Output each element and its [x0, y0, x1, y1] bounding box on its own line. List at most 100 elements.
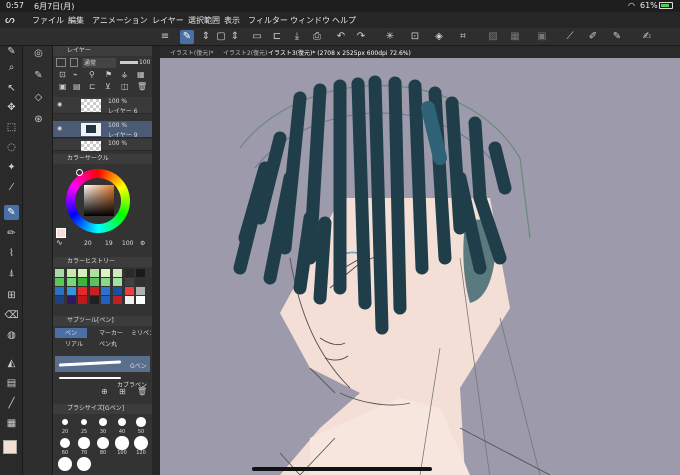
blend-mode-select[interactable]: 通常: [82, 58, 116, 68]
hue-handle[interactable]: [76, 169, 83, 176]
tab-illust-1[interactable]: イラスト(復元)*: [170, 48, 214, 57]
history-swatch[interactable]: [101, 269, 111, 277]
history-swatch[interactable]: [66, 296, 76, 304]
history-swatch[interactable]: [136, 296, 146, 304]
subtool-pen-round[interactable]: ペン丸: [89, 339, 119, 349]
lasso-icon[interactable]: ◌: [4, 140, 19, 155]
eraser-icon[interactable]: ⌫: [4, 308, 19, 323]
history-swatch[interactable]: [66, 269, 76, 277]
history-swatch[interactable]: [124, 296, 134, 304]
brush-kabura[interactable]: カブラペン: [55, 373, 150, 389]
brush-size-dot[interactable]: [76, 456, 92, 472]
pencil-icon[interactable]: ✏: [4, 226, 19, 241]
decoration-icon[interactable]: ⊞: [4, 288, 19, 303]
history-swatch[interactable]: [113, 278, 122, 286]
pen-mode-icon[interactable]: ✎: [180, 30, 194, 44]
history-swatch[interactable]: [101, 296, 111, 304]
export-icon[interactable]: ⎙: [310, 30, 324, 44]
mask-icon[interactable]: ◫: [121, 82, 129, 91]
history-swatch[interactable]: [78, 296, 88, 304]
transform-icon[interactable]: ⊡: [408, 30, 422, 44]
operation-icon[interactable]: ↖: [4, 81, 19, 96]
new-folder-icon[interactable]: ⊏: [89, 82, 96, 91]
brush-size-dot[interactable]: [80, 418, 88, 426]
history-swatch[interactable]: [136, 269, 146, 277]
brush-size-dot[interactable]: [62, 419, 68, 425]
subtool-millipen[interactable]: ミリペン: [121, 328, 151, 338]
layer-row-selected[interactable]: ◉ 100 % レイヤー 9: [53, 121, 152, 139]
delete-subtool-icon[interactable]: 🗑: [137, 387, 147, 396]
brush-icon[interactable]: ⌇: [4, 246, 19, 261]
selection-icon[interactable]: ⬚: [4, 120, 19, 135]
menu-layer[interactable]: レイヤー: [152, 15, 184, 26]
layer-updown-icon[interactable]: ⇕: [228, 30, 242, 44]
lock-icon[interactable]: ⊡: [59, 70, 66, 79]
menu-file[interactable]: ファイル: [32, 15, 64, 26]
menu-edit[interactable]: 編集: [68, 15, 84, 26]
brush-settings-icon[interactable]: ✐: [586, 30, 600, 44]
history-swatch[interactable]: [78, 269, 88, 277]
layers-palette-icon[interactable]: ◇: [31, 90, 46, 105]
history-swatch[interactable]: [89, 287, 99, 295]
fill-bucket-icon[interactable]: ◈: [432, 30, 446, 44]
duplicate-icon[interactable]: ⊞: [119, 387, 126, 396]
navigator-icon[interactable]: ◎: [31, 46, 46, 61]
reference-icon[interactable]: ⚲: [89, 70, 95, 79]
airbrush-icon[interactable]: ⍋: [4, 266, 19, 281]
crop-icon[interactable]: ⌗: [456, 30, 470, 44]
opacity-value[interactable]: 100: [139, 59, 150, 66]
hue-ring[interactable]: [66, 169, 130, 233]
copy-subtool-icon[interactable]: ⊕: [101, 387, 108, 396]
brush-tip-icon[interactable]: ✎: [4, 44, 19, 59]
zoom-icon[interactable]: ⌕: [4, 60, 19, 75]
history-swatch[interactable]: [55, 278, 64, 286]
invert-selection-icon[interactable]: ▣: [535, 30, 549, 44]
palette-color-icon[interactable]: ▦: [137, 70, 145, 79]
layer-mask-icon[interactable]: [70, 58, 78, 67]
opacity-slider[interactable]: [120, 61, 138, 64]
undo-icon[interactable]: ↶: [334, 30, 348, 44]
subtool-pen[interactable]: ペン: [55, 328, 87, 338]
layer-mode-icon[interactable]: [56, 58, 66, 67]
subtool-marker[interactable]: マーカー: [89, 328, 123, 338]
history-swatch[interactable]: [101, 287, 111, 295]
history-swatch[interactable]: [113, 296, 122, 304]
history-swatch[interactable]: [55, 269, 64, 277]
current-color-swatch[interactable]: [56, 228, 66, 238]
layer-row[interactable]: ◉ 100 % レイヤー 6: [53, 97, 152, 115]
new-vector-layer-icon[interactable]: ▤: [73, 82, 81, 91]
brush-gpen[interactable]: Gペン: [55, 356, 150, 372]
menu-selection[interactable]: 選択範囲: [188, 15, 220, 26]
menu-help[interactable]: ヘルプ: [332, 15, 356, 26]
new-file-icon[interactable]: ▭: [250, 30, 264, 44]
history-swatch[interactable]: [78, 278, 88, 286]
brush-size-dot[interactable]: [78, 437, 90, 449]
menu-view[interactable]: 表示: [224, 15, 240, 26]
history-swatch[interactable]: [136, 287, 146, 295]
drawing-canvas[interactable]: [160, 58, 680, 475]
pen-settings-icon[interactable]: ✎: [610, 30, 624, 44]
figure-icon[interactable]: ╱: [4, 396, 19, 411]
pin-icon[interactable]: ⚶: [121, 70, 128, 79]
main-color-swatch[interactable]: [3, 440, 17, 454]
loading-icon[interactable]: ✳: [383, 30, 397, 44]
updown-arrows-icon[interactable]: ⇕: [199, 30, 213, 44]
eye-icon[interactable]: ◉: [57, 101, 62, 108]
brush-size-dot[interactable]: [99, 418, 107, 426]
hamburger-menu-icon[interactable]: ≡: [158, 30, 172, 44]
history-swatch[interactable]: [89, 278, 99, 286]
menu-filter[interactable]: フィルター: [248, 15, 288, 26]
menu-window[interactable]: ウィンドウ: [290, 15, 330, 26]
layer-row[interactable]: 100 %: [53, 139, 152, 151]
history-swatch[interactable]: [66, 287, 76, 295]
subtool-palette-icon[interactable]: ✎: [31, 68, 46, 83]
brush-size-dot[interactable]: [117, 417, 127, 427]
new-raster-layer-icon[interactable]: ▣: [59, 82, 67, 91]
eyedropper-icon[interactable]: ⁄: [4, 180, 19, 195]
history-swatch[interactable]: [89, 296, 99, 304]
deselect-icon[interactable]: ▦: [508, 30, 522, 44]
redo-icon[interactable]: ↷: [354, 30, 368, 44]
history-swatch[interactable]: [55, 296, 64, 304]
menu-animation[interactable]: アニメーション: [92, 15, 148, 26]
history-swatch[interactable]: [136, 278, 146, 286]
